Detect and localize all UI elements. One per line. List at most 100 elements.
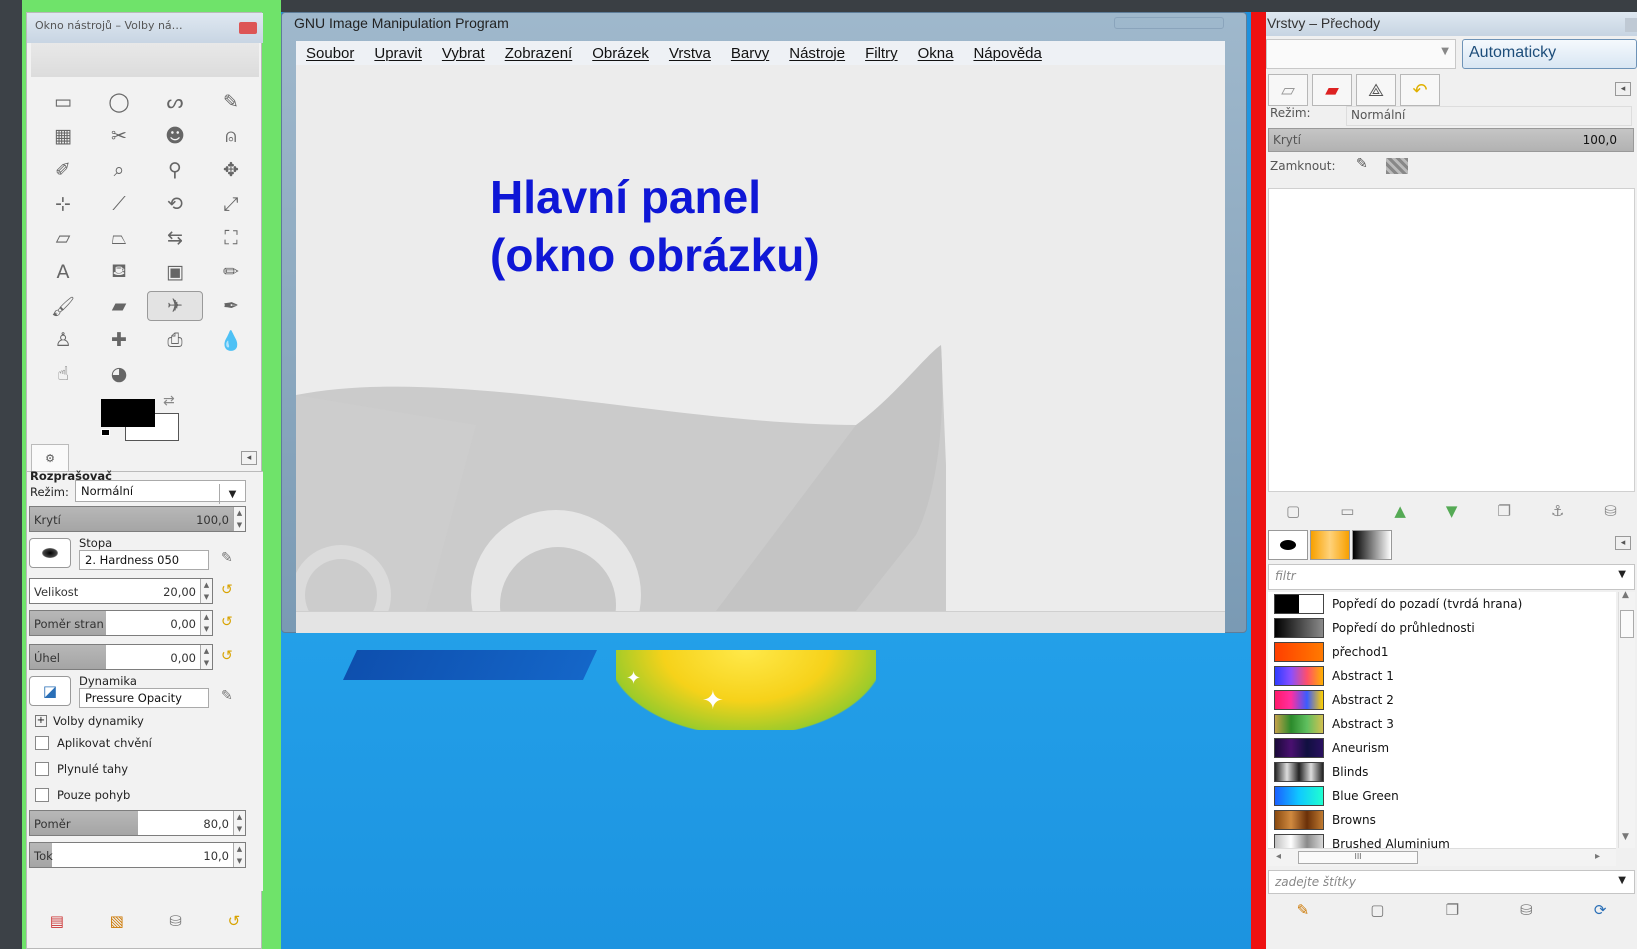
rate-slider[interactable]: Poměr 80,0 ▲ ▼ — [29, 810, 246, 836]
brush-preview[interactable] — [29, 538, 71, 568]
smudge-icon[interactable]: ☝ — [35, 357, 91, 391]
duplicate-gradient-icon[interactable]: ❐ — [1446, 901, 1459, 919]
refresh-gradients-icon[interactable]: ⟳ — [1594, 901, 1607, 919]
edit-gradient-icon[interactable]: ✎ — [1297, 901, 1310, 919]
pencil-icon[interactable]: ✏ — [203, 255, 259, 289]
menu-zobrazení[interactable]: Zobrazení — [495, 45, 583, 62]
tags-input[interactable]: zadejte štítky ▼ — [1268, 870, 1635, 894]
gradient-list-item[interactable]: Blinds — [1268, 760, 1616, 784]
reset-options-icon[interactable]: ↺ — [228, 912, 241, 930]
image-canvas[interactable]: Hlavní panel (okno obrázku) — [296, 65, 1225, 611]
tab-paths[interactable]: ⟁ — [1356, 74, 1396, 106]
rate-spinner[interactable]: ▲ ▼ — [233, 811, 245, 835]
align-icon[interactable]: ⊹ — [35, 187, 91, 221]
gradient-list-item[interactable]: Popředí do průhlednosti — [1268, 616, 1616, 640]
reset-size-icon[interactable]: ↺ — [221, 582, 233, 598]
gradient-list-hscrollbar[interactable]: ◂ III ▸ — [1268, 848, 1616, 866]
foreground-color-swatch[interactable] — [101, 399, 155, 427]
auto-button[interactable]: Automaticky — [1462, 39, 1637, 69]
toolbox-close-button[interactable] — [239, 22, 257, 34]
opacity-slider[interactable]: Krytí 100,0 ▲ ▼ — [29, 506, 246, 532]
menu-nástroje[interactable]: Nástroje — [779, 45, 855, 62]
flow-spinner[interactable]: ▲ ▼ — [233, 843, 245, 867]
blur-icon[interactable]: 💧 — [203, 323, 259, 357]
tab-brushes[interactable] — [1268, 530, 1308, 560]
edit-brush-icon[interactable]: ✎ — [221, 550, 233, 566]
jitter-checkbox[interactable] — [35, 736, 49, 750]
gradient-list-scrollbar[interactable]: ▲ ▼ — [1618, 590, 1635, 848]
reset-angle-icon[interactable]: ↺ — [221, 648, 233, 664]
gradient-list-item[interactable]: Abstract 3 — [1268, 712, 1616, 736]
tab-layers[interactable]: ▰ — [1312, 74, 1352, 106]
scroll-left-icon[interactable]: ◂ — [1276, 851, 1281, 862]
opacity-spinner[interactable]: ▲ ▼ — [233, 507, 245, 531]
move-icon[interactable]: ✥ — [203, 153, 259, 187]
gradient-list-item[interactable]: Brushed Aluminium — [1268, 832, 1616, 848]
menu-vrstva[interactable]: Vrstva — [659, 45, 721, 62]
gradient-list-item[interactable]: přechod1 — [1268, 640, 1616, 664]
foreground-select-icon[interactable]: ☻ — [147, 119, 203, 153]
bucket-fill-icon[interactable]: ⛾ — [91, 255, 147, 289]
image-selector[interactable]: ▼ — [1266, 39, 1456, 69]
scale-icon[interactable]: ⤢ — [203, 187, 259, 221]
swap-colors-icon[interactable]: ⇄ — [163, 393, 175, 409]
delete-gradient-icon[interactable]: ⛁ — [1520, 901, 1533, 919]
duplicate-layer-icon[interactable]: ❐ — [1497, 502, 1510, 520]
tool-options-tab[interactable]: ⚙ — [31, 444, 69, 472]
jitter-checkbox-row[interactable]: Aplikovat chvění — [35, 736, 152, 750]
color-select-icon[interactable]: ▦ — [35, 119, 91, 153]
angle-slider[interactable]: Úhel 0,00 ▲ ▼ — [29, 644, 213, 670]
flip-icon[interactable]: ⇆ — [147, 221, 203, 255]
gradient-list-item[interactable]: Blue Green — [1268, 784, 1616, 808]
motion-checkbox[interactable] — [35, 788, 49, 802]
dock-close-button[interactable] — [1625, 18, 1637, 32]
menu-soubor[interactable]: Soubor — [296, 45, 364, 62]
toolbox-titlebar[interactable]: Okno nástrojů – Volby ná… — [27, 13, 263, 43]
window-controls[interactable] — [1114, 17, 1224, 29]
crop-icon[interactable]: ⟋ — [91, 187, 147, 221]
clone-icon[interactable]: ♙ — [35, 323, 91, 357]
shear-icon[interactable]: ▱ — [35, 221, 91, 255]
delete-layer-icon[interactable]: ⛁ — [1604, 502, 1617, 520]
scissors-icon[interactable]: ✂ — [91, 119, 147, 153]
new-layer-icon[interactable]: ▢ — [1286, 502, 1300, 520]
tab-gradients[interactable] — [1352, 530, 1392, 560]
dynamics-preview[interactable]: ◪ — [29, 676, 71, 706]
perspective-icon[interactable]: ⏢ — [91, 221, 147, 255]
scroll-up-icon[interactable]: ▲ — [1622, 590, 1629, 600]
dynamics-name-field[interactable]: Pressure Opacity — [79, 688, 209, 708]
menu-upravit[interactable]: Upravit — [364, 45, 432, 62]
tab-menu-icon[interactable]: ◂ — [1615, 536, 1631, 550]
aspect-slider[interactable]: Poměr stran 0,00 ▲ ▼ — [29, 610, 213, 636]
menu-nápověda[interactable]: Nápověda — [963, 45, 1051, 62]
reset-aspect-icon[interactable]: ↺ — [221, 614, 233, 630]
text-icon[interactable]: A — [35, 255, 91, 289]
gradient-list-item[interactable]: Browns — [1268, 808, 1616, 832]
menu-vybrat[interactable]: Vybrat — [432, 45, 495, 62]
eraser-icon[interactable]: ▰ — [91, 289, 147, 323]
scroll-thumb[interactable] — [1620, 610, 1634, 638]
mode-select[interactable]: Normální ▼ — [75, 480, 246, 504]
dock-titlebar[interactable]: Vrstvy – Přechody — [1266, 12, 1637, 36]
delete-options-icon[interactable]: ⛁ — [169, 912, 182, 930]
save-options-icon[interactable]: ▤ — [50, 912, 64, 930]
menu-filtry[interactable]: Filtry — [855, 45, 908, 62]
color-picker-icon[interactable]: ✐ — [35, 153, 91, 187]
dodge-burn-icon[interactable]: ◕ — [91, 357, 147, 391]
menu-barvy[interactable]: Barvy — [721, 45, 779, 62]
tab-channels[interactable]: ▱ — [1268, 74, 1308, 106]
gradient-list-item[interactable]: Abstract 2 — [1268, 688, 1616, 712]
flow-slider[interactable]: Tok 10,0 ▲ ▼ — [29, 842, 246, 868]
paths-icon[interactable]: ⍝ — [203, 119, 259, 153]
free-select-icon[interactable]: ᔕ — [147, 85, 203, 119]
tab-undo[interactable]: ↶ — [1400, 74, 1440, 106]
dynamics-options-expander[interactable]: + Volby dynamiky — [35, 714, 144, 728]
angle-spinner[interactable]: ▲ ▼ — [200, 645, 212, 669]
size-spinner[interactable]: ▲ ▼ — [200, 579, 212, 603]
gradient-list-item[interactable]: Abstract 1 — [1268, 664, 1616, 688]
restore-options-icon[interactable]: ▧ — [110, 912, 124, 930]
scroll-right-icon[interactable]: ▸ — [1595, 851, 1600, 862]
cage-icon[interactable]: ⛶ — [203, 221, 259, 255]
layers-list[interactable] — [1268, 188, 1635, 492]
edit-dynamics-icon[interactable]: ✎ — [221, 688, 233, 704]
